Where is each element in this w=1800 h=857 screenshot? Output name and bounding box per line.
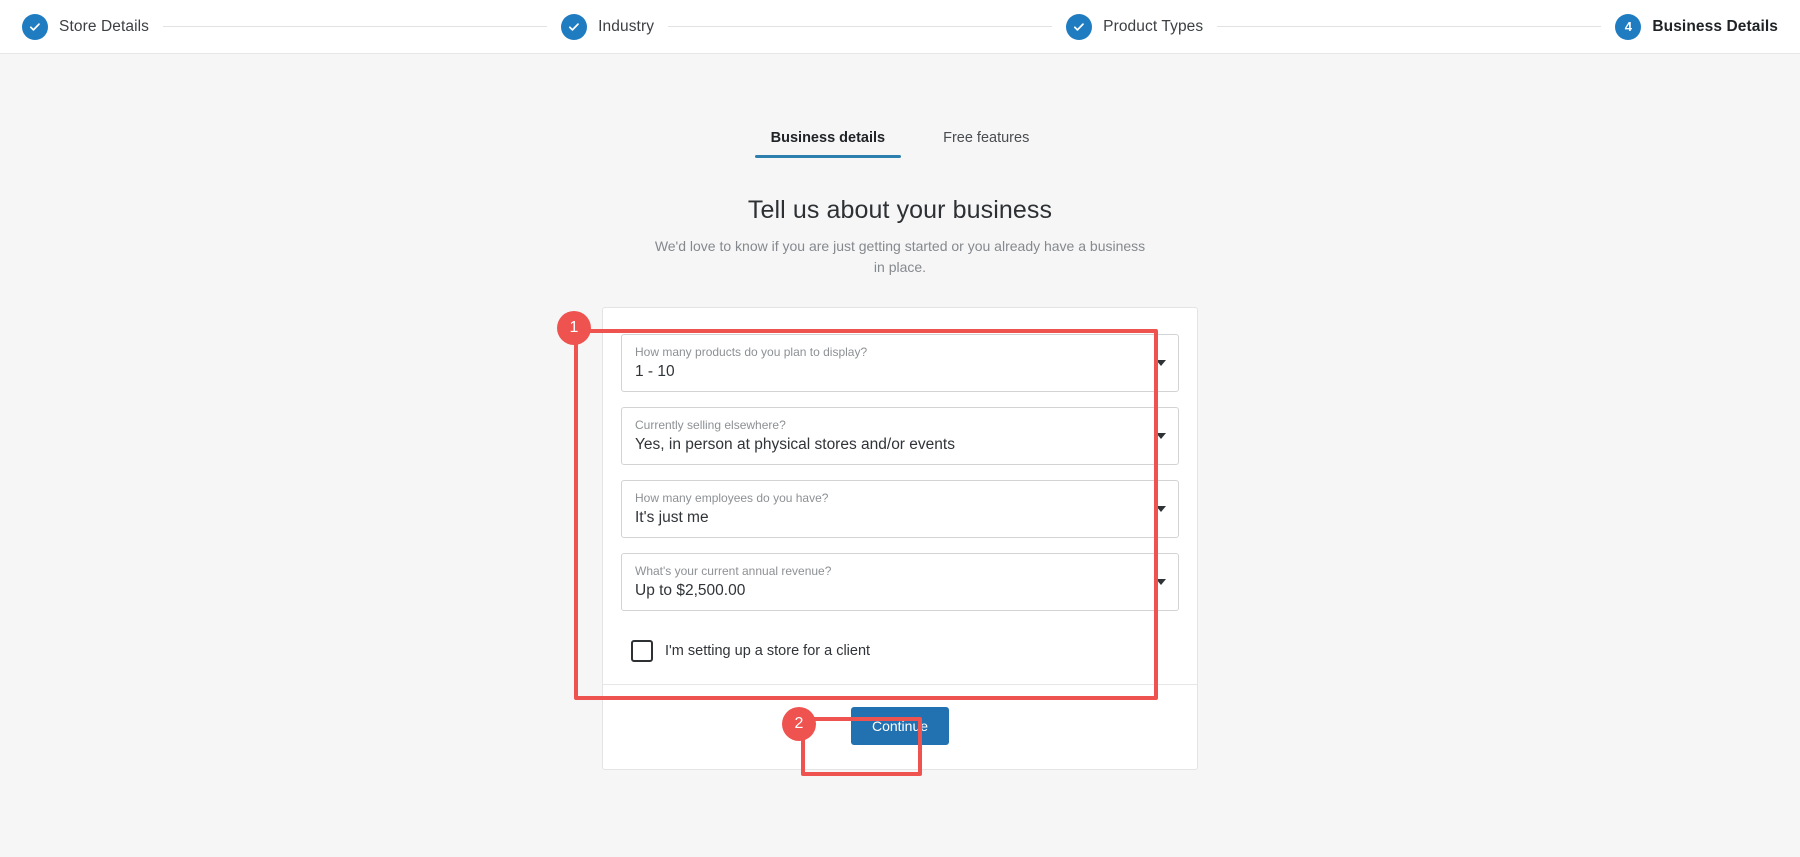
page-title: Tell us about your business bbox=[747, 196, 1053, 224]
field-label: How many employees do you have? bbox=[635, 490, 829, 505]
step-connector bbox=[668, 26, 1053, 27]
continue-button[interactable]: Continue bbox=[850, 706, 950, 746]
field-label: What's your current annual revenue? bbox=[635, 563, 832, 578]
select-products-to-display[interactable]: How many products do you plan to display… bbox=[621, 333, 1179, 392]
field-value: Yes, in person at physical stores and/or… bbox=[635, 435, 955, 453]
step-item-product-types[interactable]: Product Types bbox=[1066, 13, 1204, 40]
select-selling-elsewhere[interactable]: Currently selling elsewhere? Yes, in per… bbox=[621, 406, 1179, 465]
onboarding-step-header: Store Details Industry Product Types 4 B… bbox=[0, 0, 1800, 54]
step-label-industry: Industry bbox=[598, 17, 655, 35]
tab-bar: Business details Free features bbox=[754, 126, 1038, 158]
chevron-down-icon bbox=[1156, 578, 1166, 585]
field-value: Up to $2,500.00 bbox=[635, 581, 746, 599]
business-details-card-wrapper: How many products do you plan to display… bbox=[557, 306, 1198, 776]
select-employee-count[interactable]: How many employees do you have? It's jus… bbox=[621, 479, 1179, 538]
step-label-business-details: Business Details bbox=[1652, 17, 1778, 35]
tab-free-features[interactable]: Free features bbox=[935, 126, 1037, 158]
chevron-down-icon bbox=[1156, 359, 1166, 366]
check-icon bbox=[22, 13, 48, 40]
step-connector bbox=[1217, 26, 1602, 27]
step-item-store-details[interactable]: Store Details bbox=[22, 13, 150, 40]
field-value: 1 - 10 bbox=[635, 362, 675, 380]
field-value: It's just me bbox=[635, 508, 709, 526]
select-annual-revenue[interactable]: What's your current annual revenue? Up t… bbox=[621, 552, 1179, 611]
step-connector bbox=[163, 26, 548, 27]
setting-up-for-client-label: I'm setting up a store for a client bbox=[665, 642, 871, 659]
page-subtitle: We'd love to know if you are just gettin… bbox=[654, 238, 1146, 276]
main-content: Business details Free features Tell us a… bbox=[0, 54, 1800, 857]
step-label-store-details: Store Details bbox=[59, 17, 150, 35]
check-icon bbox=[561, 13, 588, 40]
field-label: Currently selling elsewhere? bbox=[635, 417, 786, 432]
setting-up-for-client-row[interactable]: I'm setting up a store for a client bbox=[621, 639, 1179, 662]
check-icon bbox=[1066, 13, 1093, 40]
setting-up-for-client-checkbox[interactable] bbox=[631, 639, 653, 662]
tab-business-details[interactable]: Business details bbox=[754, 126, 902, 158]
step-item-business-details[interactable]: 4 Business Details bbox=[1615, 13, 1778, 40]
chevron-down-icon bbox=[1156, 432, 1166, 439]
step-item-industry[interactable]: Industry bbox=[561, 13, 655, 40]
annotation-badge-1: 1 bbox=[557, 310, 591, 345]
step-number-badge: 4 bbox=[1615, 13, 1642, 40]
field-label: How many products do you plan to display… bbox=[635, 344, 868, 359]
business-details-card: How many products do you plan to display… bbox=[602, 306, 1198, 771]
card-footer: Continue bbox=[603, 683, 1197, 770]
step-label-product-types: Product Types bbox=[1103, 17, 1204, 35]
business-details-form-fields: How many products do you plan to display… bbox=[603, 308, 1197, 684]
chevron-down-icon bbox=[1156, 505, 1166, 512]
